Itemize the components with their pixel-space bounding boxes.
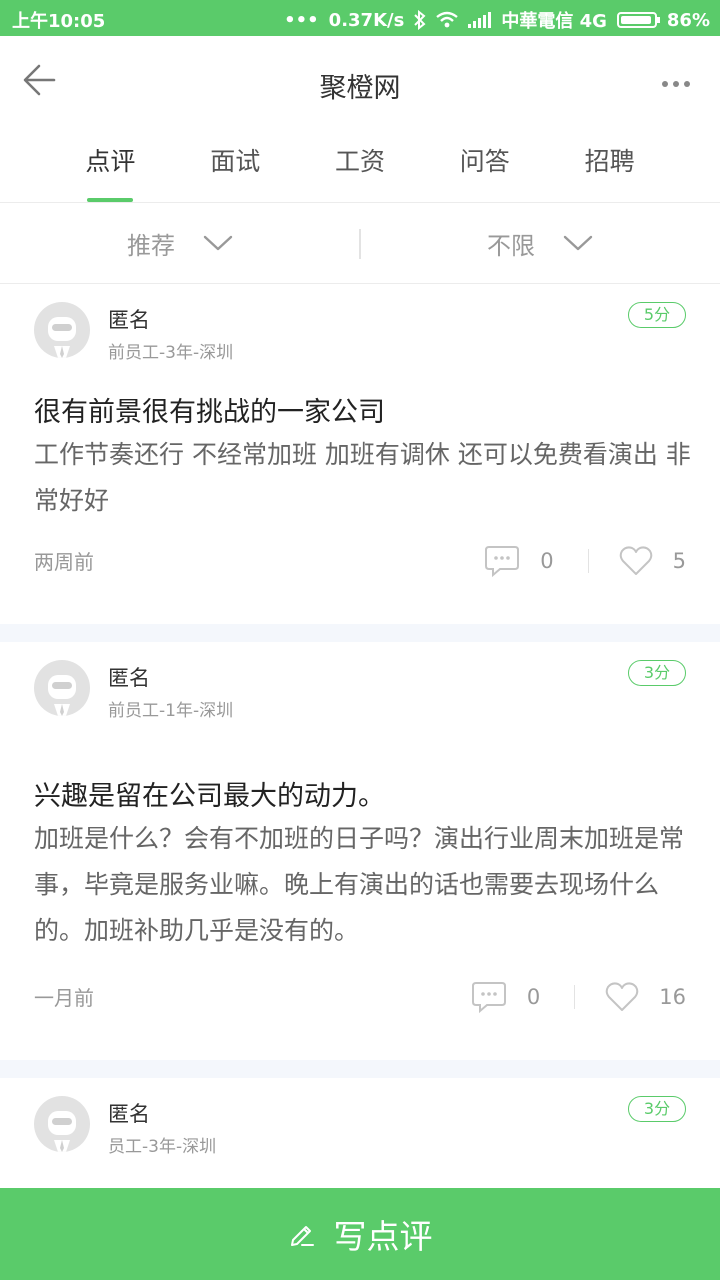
review-gap — [0, 1060, 720, 1078]
chevron-down-icon — [563, 235, 593, 251]
review-actions: 0 5 — [484, 544, 686, 578]
review-list: 匿名 前员工-3年-深圳 5分 很有前景很有挑战的一家公司 工作节奏还行 不经常… — [0, 284, 720, 1198]
author-meta: 员工-3年-深圳 — [108, 1137, 217, 1157]
page-title: 聚橙网 — [319, 73, 401, 104]
write-review-label: 写点评 — [333, 1217, 433, 1256]
filter-sort-label: 推荐 — [127, 231, 175, 260]
review-card[interactable]: 匿名 前员工-3年-深圳 5分 很有前景很有挑战的一家公司 工作节奏还行 不经常… — [0, 284, 720, 624]
write-review-button[interactable]: 写点评 — [0, 1188, 720, 1280]
heart-icon[interactable] — [605, 982, 639, 1012]
like-count: 16 — [659, 985, 686, 1009]
more-notifications-icon: ••• — [284, 9, 319, 31]
review-card[interactable]: 匿名 前员工-1年-深圳 3分 兴趣是留在公司最大的动力。 加班是什么？会有不加… — [0, 642, 720, 1060]
author-meta: 前员工-3年-深圳 — [108, 343, 234, 363]
more-dot — [662, 81, 668, 87]
carrier-label: 中華電信 4G — [501, 11, 607, 32]
review-title: 很有前景很有挑战的一家公司 — [34, 397, 385, 428]
tab-interviews[interactable]: 面试 — [173, 132, 298, 202]
more-button[interactable] — [654, 66, 698, 102]
avatar — [34, 302, 90, 358]
actions-separator — [574, 985, 576, 1009]
app-header: 聚橙网 — [0, 36, 720, 132]
review-gap — [0, 624, 720, 642]
battery-percent: 86% — [666, 9, 710, 31]
filter-sort-dropdown[interactable]: 推荐 — [0, 203, 360, 283]
score-badge: 5分 — [628, 302, 686, 328]
tab-jobs[interactable]: 招聘 — [547, 132, 672, 202]
filter-bar: 推荐 不限 — [0, 203, 720, 283]
wifi-icon — [436, 11, 459, 28]
more-dot — [684, 81, 690, 87]
review-time: 一月前 — [34, 986, 94, 1010]
heart-icon[interactable] — [619, 546, 653, 576]
filter-scope-dropdown[interactable]: 不限 — [360, 203, 720, 283]
review-card[interactable]: 匿名 员工-3年-深圳 3分 — [0, 1078, 720, 1198]
review-actions: 0 16 — [471, 980, 686, 1014]
avatar — [34, 660, 90, 716]
bluetooth-icon — [414, 10, 426, 30]
score-badge: 3分 — [628, 660, 686, 686]
status-bar: 上午10:05 ••• 0.37K/s 中華電信 4G 86% — [0, 0, 720, 36]
comment-icon[interactable] — [471, 980, 507, 1014]
anonymous-avatar-icon — [48, 317, 76, 358]
review-time: 两周前 — [34, 550, 94, 574]
pencil-icon — [290, 1226, 314, 1246]
signal-icon — [468, 12, 492, 28]
score-badge: 3分 — [628, 1096, 686, 1122]
review-body: 工作节奏还行 不经常加班 加班有调休 还可以免费看演出 非常好好 — [34, 440, 691, 515]
tab-qa[interactable]: 问答 — [422, 132, 547, 202]
author-meta: 前员工-1年-深圳 — [108, 701, 234, 721]
comment-icon[interactable] — [484, 544, 520, 578]
tab-salary[interactable]: 工资 — [298, 132, 423, 202]
avatar — [34, 1096, 90, 1152]
more-dot — [673, 81, 679, 87]
network-speed: 0.37K/s — [328, 9, 405, 31]
status-time: 上午10:05 — [12, 11, 106, 32]
tab-bar: 点评 面试 工资 问答 招聘 — [48, 132, 672, 202]
like-count: 5 — [672, 549, 686, 573]
actions-separator — [587, 549, 589, 573]
comment-count: 0 — [540, 549, 554, 573]
author-name: 匿名 — [108, 666, 150, 690]
author-name: 匿名 — [108, 308, 150, 332]
review-title: 兴趣是留在公司最大的动力。 — [34, 781, 385, 812]
battery-icon — [616, 12, 660, 28]
status-right: ••• 0.37K/s 中華電信 4G 86% — [284, 7, 710, 33]
filter-separator — [359, 229, 361, 259]
anonymous-avatar-icon — [48, 675, 76, 716]
author-name: 匿名 — [108, 1102, 150, 1126]
filter-scope-label: 不限 — [487, 231, 535, 260]
tab-reviews[interactable]: 点评 — [48, 132, 173, 202]
anonymous-avatar-icon — [48, 1111, 76, 1152]
chevron-down-icon — [203, 235, 233, 251]
comment-count: 0 — [526, 985, 541, 1009]
review-body: 加班是什么？会有不加班的日子吗？演出行业周末加班是常事，毕竟是服务业嘛。晚上有演… — [34, 824, 685, 945]
